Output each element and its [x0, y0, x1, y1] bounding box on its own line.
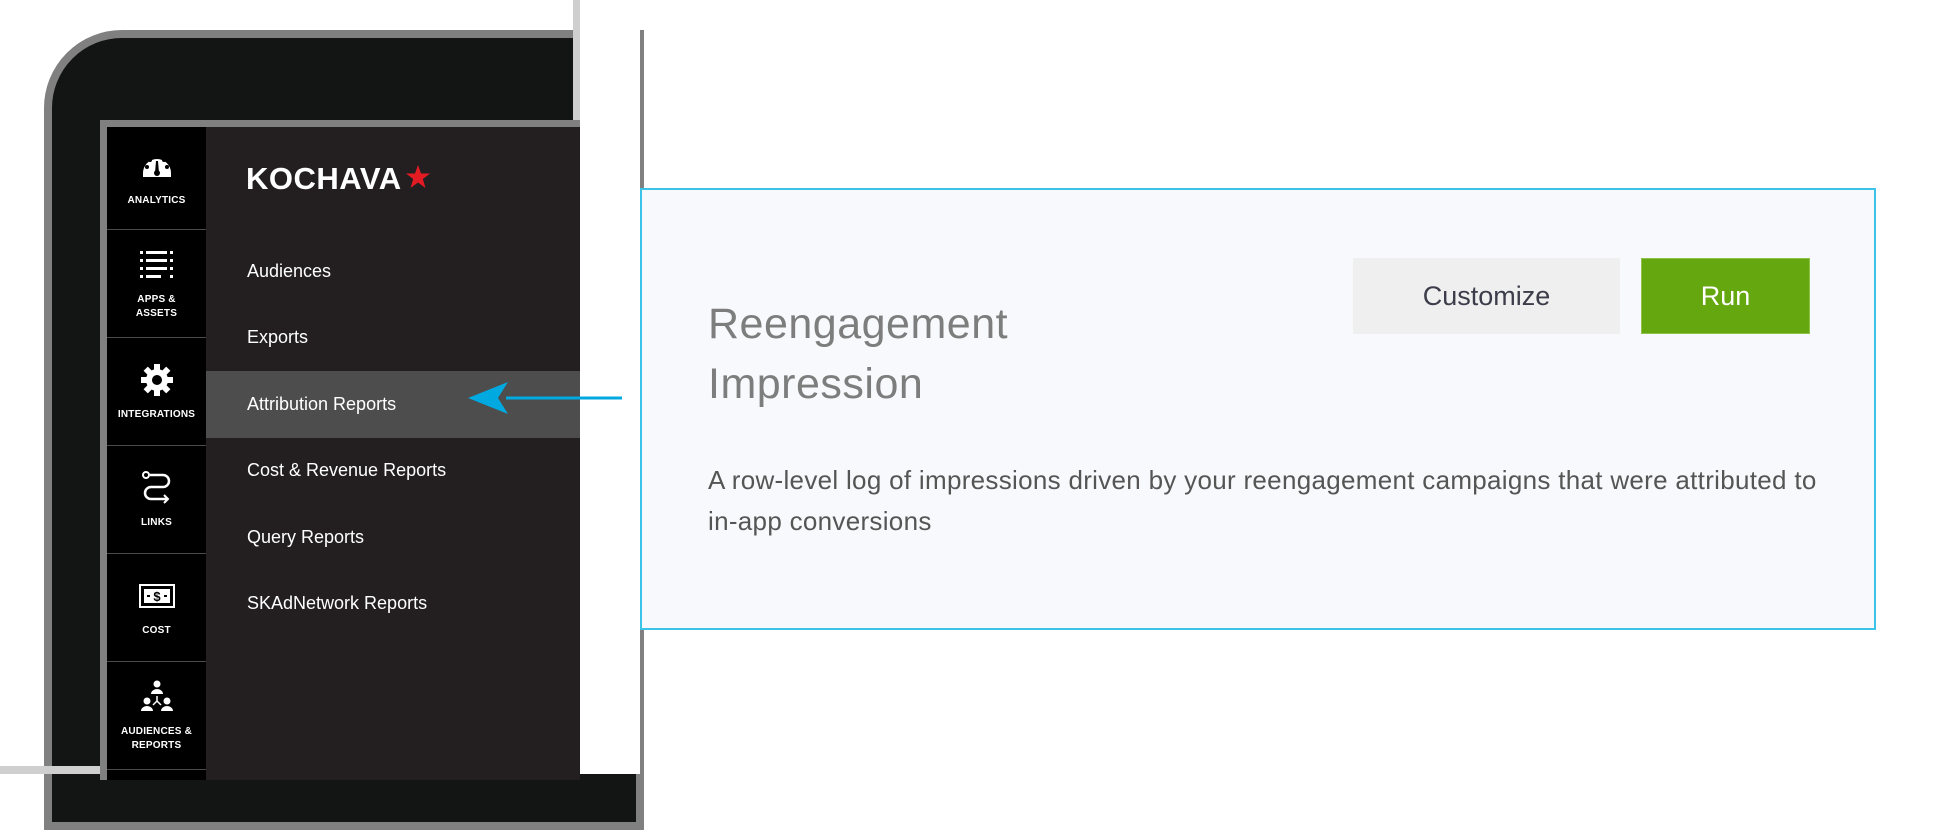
app-screen: ANALYTICS APPS & ASSETS INTEGRATIONS LIN… — [100, 120, 580, 780]
rail-item-links[interactable]: LINKS — [107, 446, 206, 554]
rail-label: INTEGRATIONS — [117, 408, 196, 420]
icon-rail: ANALYTICS APPS & ASSETS INTEGRATIONS LIN… — [107, 127, 206, 780]
callout-arrow-icon — [468, 378, 623, 423]
rail-item-cost[interactable]: $ COST — [107, 554, 206, 662]
rail-label: COST — [142, 624, 171, 636]
rail-label: APPS & ASSETS — [135, 293, 178, 319]
rail-label: ANALYTICS — [127, 195, 186, 206]
rail-label: AUDIENCES & REPORTS — [120, 725, 193, 751]
submenu-panel: KOCHAVA Audiences Exports Attribution Re… — [206, 127, 580, 780]
gear-icon — [137, 362, 177, 398]
org-chart-icon — [137, 679, 177, 715]
dollar-bill-icon: $ — [137, 578, 177, 614]
link-path-icon — [137, 470, 177, 506]
rail-item-apps-assets[interactable]: APPS & ASSETS — [107, 230, 206, 338]
rail-item-analytics[interactable]: ANALYTICS — [107, 127, 206, 230]
submenu-item-skadnetwork-reports[interactable]: SKAdNetwork Reports — [206, 571, 580, 638]
dashboard-gauge-icon — [137, 148, 177, 184]
rail-item-audiences-reports[interactable]: AUDIENCES & REPORTS — [107, 662, 206, 770]
submenu-list: Audiences Exports Attribution Reports Co… — [206, 238, 580, 637]
list-icon — [137, 247, 177, 283]
rail-label: LINKS — [141, 516, 172, 528]
submenu-item-audiences[interactable]: Audiences — [206, 238, 580, 305]
run-button[interactable]: Run — [1641, 258, 1810, 334]
logo-text: KOCHAVA — [246, 161, 402, 196]
submenu-item-exports[interactable]: Exports — [206, 305, 580, 372]
kochava-logo[interactable]: KOCHAVA — [246, 161, 431, 197]
customize-button[interactable]: Customize — [1353, 258, 1620, 334]
star-icon — [405, 164, 431, 194]
report-card: Reengagement Impression Customize Run A … — [640, 188, 1876, 630]
report-description: A row-level log of impressions driven by… — [708, 465, 1817, 536]
submenu-item-cost-revenue-reports[interactable]: Cost & Revenue Reports — [206, 438, 580, 505]
submenu-item-query-reports[interactable]: Query Reports — [206, 504, 580, 571]
svg-text:$: $ — [153, 589, 161, 604]
rail-item-integrations[interactable]: INTEGRATIONS — [107, 338, 206, 446]
report-title: Reengagement Impression — [708, 299, 1009, 408]
